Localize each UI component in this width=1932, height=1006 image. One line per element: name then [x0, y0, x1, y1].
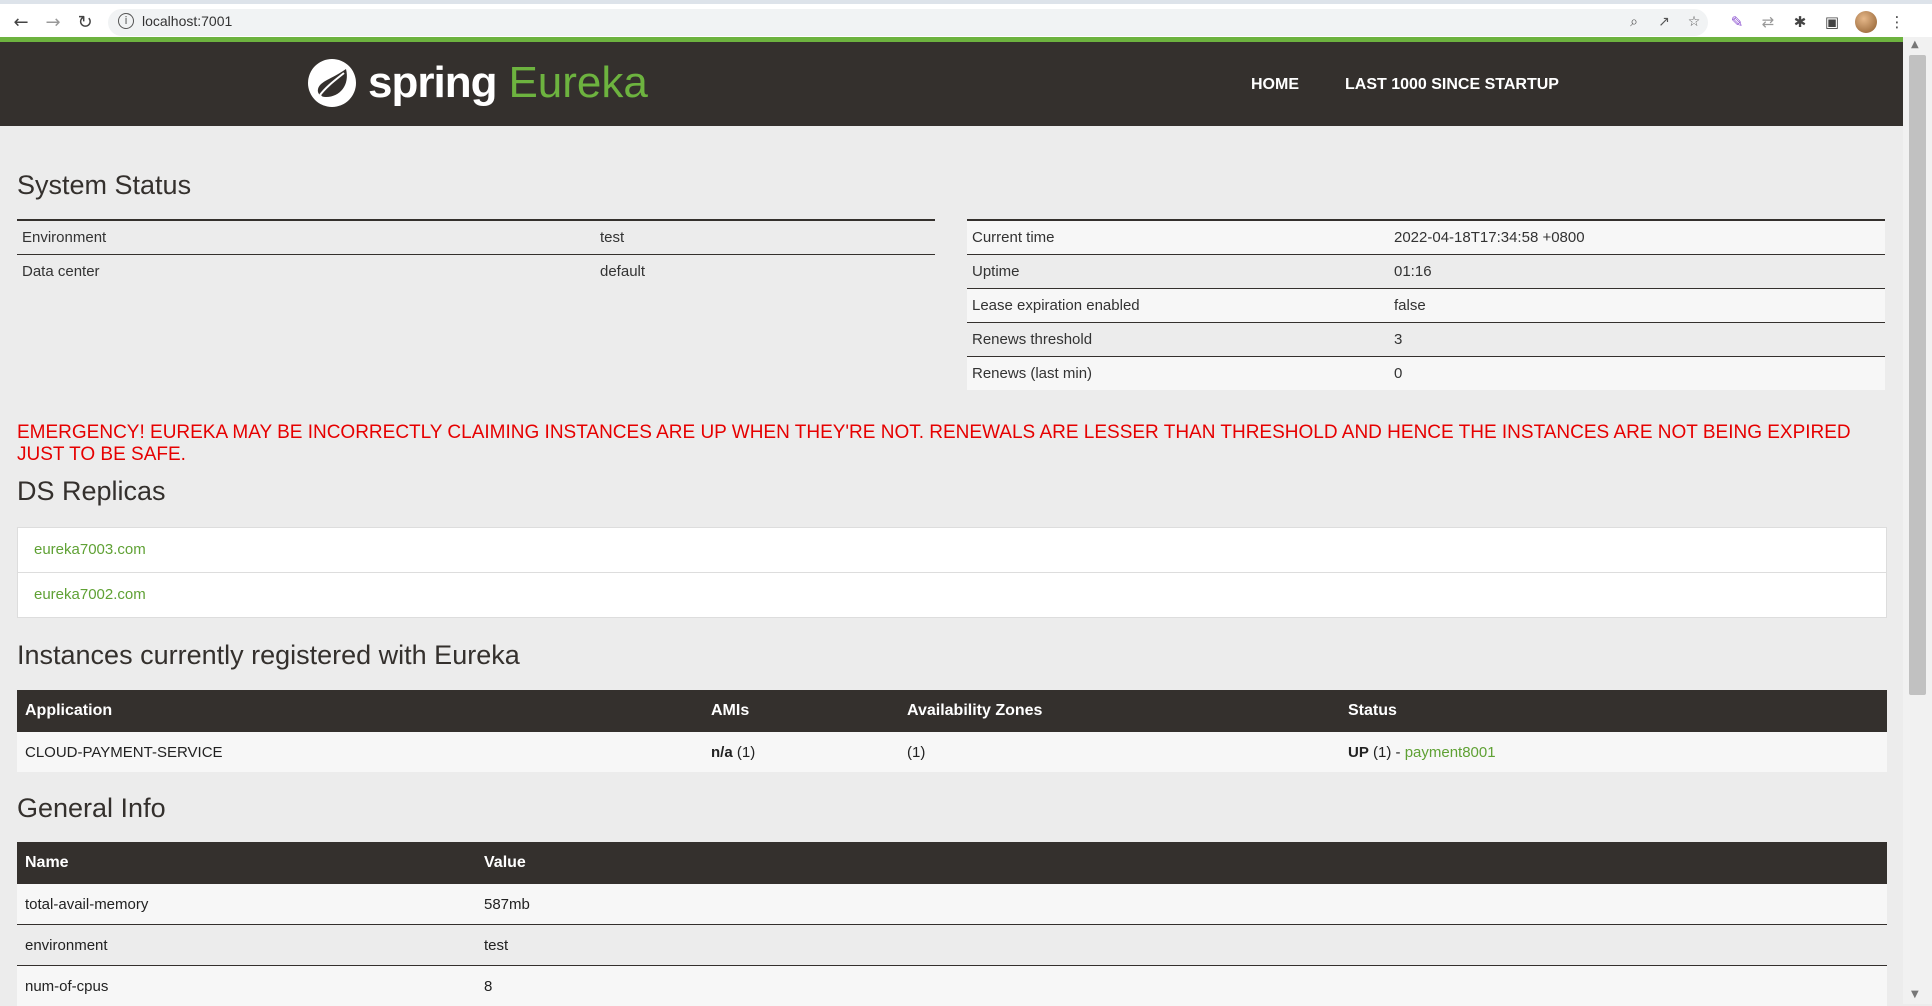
info-name: environment	[17, 925, 476, 966]
table-row: num-of-cpus 8	[17, 966, 1887, 1006]
scrollbar-thumb[interactable]	[1909, 55, 1926, 695]
extensions-puzzle-icon[interactable]: ✱	[1789, 11, 1811, 33]
instance-zones: (1)	[899, 732, 1340, 773]
scroll-up-icon[interactable]: ▲	[1911, 39, 1919, 50]
status-label: Current time	[967, 220, 1389, 255]
col-header-value: Value	[476, 842, 1887, 884]
nav-home[interactable]: HOME	[1251, 76, 1299, 94]
table-row: Lease expiration enabled false	[967, 289, 1885, 323]
spring-eureka-logo[interactable]: spring Eureka	[306, 53, 648, 113]
reload-icon[interactable]: ↻	[72, 10, 98, 36]
ds-replicas-title: DS Replicas	[17, 476, 166, 507]
url-text[interactable]: localhost:7001	[142, 13, 232, 29]
table-row: CLOUD-PAYMENT-SERVICE n/a (1) (1) UP (1)…	[17, 732, 1887, 773]
extension-pen-icon[interactable]: ✎	[1726, 11, 1748, 33]
instance-status: UP (1) - payment8001	[1340, 732, 1887, 773]
table-header-row: Application AMIs Availability Zones Stat…	[17, 690, 1887, 732]
amis-count: (1)	[733, 744, 756, 761]
instances-table: Application AMIs Availability Zones Stat…	[17, 690, 1887, 772]
table-row: Environment test	[17, 220, 935, 255]
scroll-down-icon[interactable]: ▼	[1911, 989, 1919, 1000]
table-row: Renews (last min) 0	[967, 357, 1885, 391]
table-header-row: Name Value	[17, 842, 1887, 884]
table-row: Data center default	[17, 255, 935, 289]
back-icon[interactable]: ←	[8, 10, 34, 36]
instance-application: CLOUD-PAYMENT-SERVICE	[17, 732, 703, 773]
replica-link[interactable]: eureka7002.com	[18, 572, 1886, 617]
info-name: num-of-cpus	[17, 966, 476, 1006]
table-row: Renews threshold 3	[967, 323, 1885, 357]
status-label: Renews (last min)	[967, 357, 1389, 391]
browser-toolbar: ← → ↻ i localhost:7001 ⌕ ↗ ☆ ✎ ⇄ ✱ ▣ ⋮	[0, 0, 1932, 37]
site-info-icon[interactable]: i	[118, 13, 134, 29]
nav-last-1000[interactable]: LAST 1000 SINCE STARTUP	[1345, 76, 1559, 94]
col-header-zones: Availability Zones	[899, 690, 1340, 732]
amis-value: n/a	[711, 744, 733, 761]
site-header: spring Eureka HOME LAST 1000 SINCE START…	[0, 42, 1903, 126]
status-value: test	[595, 220, 935, 255]
replica-link[interactable]: eureka7003.com	[18, 528, 1886, 572]
zoom-icon[interactable]: ⌕	[1623, 11, 1645, 33]
info-value: test	[476, 925, 1887, 966]
status-value: default	[595, 255, 935, 289]
system-status-right-table: Current time 2022-04-18T17:34:58 +0800 U…	[967, 219, 1885, 390]
profile-avatar[interactable]	[1855, 11, 1877, 33]
status-value: 2022-04-18T17:34:58 +0800	[1389, 220, 1885, 255]
instance-amis: n/a (1)	[703, 732, 899, 773]
emergency-warning: EMERGENCY! EUREKA MAY BE INCORRECTLY CLA…	[17, 422, 1887, 466]
col-header-status: Status	[1340, 690, 1887, 732]
logo-eureka-text: Eureka	[508, 58, 647, 108]
table-row: Uptime 01:16	[967, 255, 1885, 289]
system-status-left-table: Environment test Data center default	[17, 219, 935, 288]
system-status-title: System Status	[17, 170, 191, 201]
share-icon[interactable]: ↗	[1653, 11, 1675, 33]
info-value: 8	[476, 966, 1887, 1006]
side-panel-icon[interactable]: ▣	[1821, 11, 1843, 33]
info-name: total-avail-memory	[17, 884, 476, 925]
menu-kebab-icon[interactable]: ⋮	[1886, 11, 1908, 33]
status-label: Uptime	[967, 255, 1389, 289]
general-info-title: General Info	[17, 793, 166, 824]
col-header-amis: AMIs	[703, 690, 899, 732]
status-label: Lease expiration enabled	[967, 289, 1389, 323]
status-value: 0	[1389, 357, 1885, 391]
address-bar[interactable]: i localhost:7001 ⌕ ↗ ☆	[108, 9, 1708, 36]
forward-icon[interactable]: →	[40, 10, 66, 36]
col-header-name: Name	[17, 842, 476, 884]
instances-title: Instances currently registered with Eure…	[17, 640, 520, 671]
table-row: Current time 2022-04-18T17:34:58 +0800	[967, 220, 1885, 255]
status-value: false	[1389, 289, 1885, 323]
bookmark-star-icon[interactable]: ☆	[1683, 11, 1705, 33]
ds-replicas-list: eureka7003.com eureka7002.com	[17, 527, 1887, 618]
instance-link[interactable]: payment8001	[1405, 744, 1496, 761]
extension-translate-icon[interactable]: ⇄	[1757, 11, 1779, 33]
table-row: environment test	[17, 925, 1887, 966]
status-label: Environment	[17, 220, 595, 255]
logo-spring-text: spring	[368, 58, 496, 108]
table-row: total-avail-memory 587mb	[17, 884, 1887, 925]
col-header-application: Application	[17, 690, 703, 732]
info-value: 587mb	[476, 884, 1887, 925]
status-label: Data center	[17, 255, 595, 289]
page-scrollbar[interactable]: ▲ ▼	[1903, 37, 1932, 1004]
status-value: 01:16	[1389, 255, 1885, 289]
status-count: (1) -	[1369, 744, 1405, 761]
status-label: Renews threshold	[967, 323, 1389, 357]
spring-leaf-icon	[306, 57, 358, 109]
status-up: UP	[1348, 744, 1369, 761]
status-value: 3	[1389, 323, 1885, 357]
general-info-table: Name Value total-avail-memory 587mb envi…	[17, 842, 1887, 1006]
